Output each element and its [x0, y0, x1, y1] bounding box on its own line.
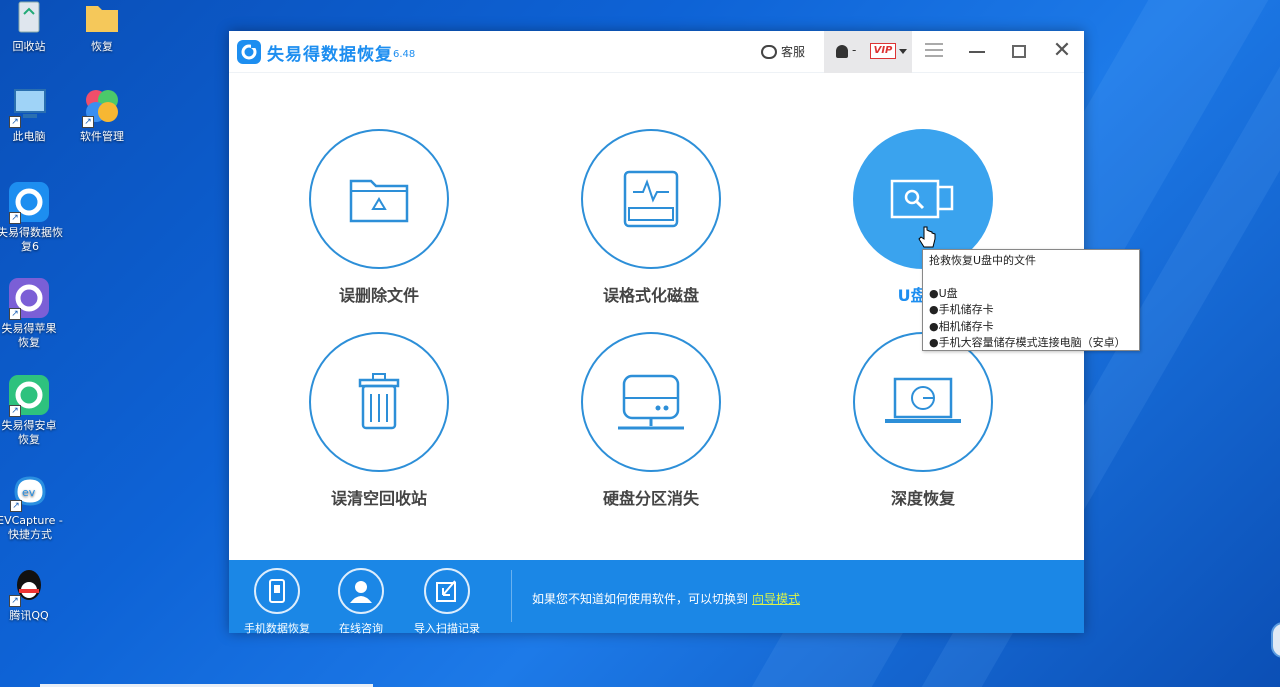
desktop-icon-label: 软件管理: [80, 130, 124, 143]
chat-bubble-icon: [761, 45, 777, 59]
feature-label: 误格式化磁盘: [602, 286, 699, 305]
app-version: 6.48: [393, 49, 416, 60]
desktop-icon-label: 腾讯QQ: [9, 609, 49, 622]
desktop-icon-label: 失易得安卓恢复: [1, 419, 57, 446]
desktop-icon-label: EVCapture - 快捷方式: [0, 514, 63, 541]
desktop-icon-this-pc[interactable]: ↗ 此电脑: [0, 84, 61, 144]
guide-mode-link[interactable]: 向导模式: [752, 592, 800, 606]
tooltip-item: ●手机大容量储存模式连接电脑（安卓）: [929, 336, 1126, 349]
usb-feature-tooltip: 抢救恢复U盘中的文件 ●U盘 ●手机储存卡 ●相机储存卡 ●手机大容量储存模式连…: [922, 249, 1140, 351]
titlebar: 失易得数据恢复 6.48 客服 - VIP ✕: [229, 31, 1084, 73]
laptop-scan-icon: [885, 377, 961, 423]
desktop-icon-label: 回收站: [12, 40, 46, 53]
feature-lost-partition[interactable]: 硬盘分区消失: [571, 332, 731, 509]
app-title: 失易得数据恢复: [267, 45, 393, 65]
tooltip-item: ●相机储存卡: [929, 319, 994, 333]
desktop-icon-label: 失易得苹果恢复: [1, 322, 57, 349]
data-recovery-app-icon: ↗: [7, 180, 51, 224]
minimize-button[interactable]: [964, 39, 990, 65]
android-recovery-app-icon: ↗: [7, 373, 51, 417]
tooltip-item: ●U盘: [929, 286, 958, 300]
floating-widget-icon[interactable]: [1271, 622, 1280, 658]
desktop-icon-evcapture[interactable]: ev ↗ EVCapture - 快捷方式: [0, 468, 65, 542]
menu-button[interactable]: [921, 39, 947, 65]
user-consult-icon: [338, 568, 384, 614]
customer-service-button[interactable]: 客服: [761, 43, 805, 60]
feature-emptied-recycle-bin[interactable]: 误清空回收站: [299, 332, 459, 509]
user-name: -: [852, 43, 857, 57]
feature-circle[interactable]: [309, 129, 449, 269]
guide-mode-tip: 如果您不知道如何使用软件，可以切换到 向导模式: [532, 590, 800, 607]
feature-formatted-disk[interactable]: 误格式化磁盘: [571, 129, 731, 306]
app-logo-icon: [237, 40, 261, 64]
import-icon: [424, 568, 470, 614]
computer-icon: ↗: [7, 84, 51, 128]
desktop-icon-recycle-bin[interactable]: 回收站: [0, 0, 61, 54]
evcapture-icon: ev ↗: [8, 468, 52, 512]
online-consult-label: 在线咨询: [339, 622, 383, 635]
apple-recovery-app-icon: ↗: [7, 276, 51, 320]
online-consult-button[interactable]: 在线咨询: [321, 568, 401, 636]
desktop-icon-label: 恢复: [91, 40, 113, 53]
usb-search-icon: [890, 179, 954, 219]
feature-deep-recovery[interactable]: 深度恢复: [843, 332, 1003, 509]
guide-mode-tip-text: 如果您不知道如何使用软件，可以切换到: [532, 592, 749, 606]
import-scan-record-button[interactable]: 导入扫描记录: [407, 568, 487, 636]
hard-drive-icon: [618, 374, 684, 430]
phone-recovery-button[interactable]: 手机数据恢复: [237, 568, 317, 636]
trash-bin-icon: [358, 373, 400, 430]
qq-icon: ↗: [7, 563, 51, 607]
software-manager-icon: ↗: [80, 84, 124, 128]
bottom-toolbar: 手机数据恢复 在线咨询 导入扫描记录 如果您不知道如何使用软件，可以切换到 向导模…: [229, 560, 1084, 636]
desktop-icon-qq[interactable]: ↗ 腾讯QQ: [0, 563, 61, 623]
disk-format-icon: [623, 170, 679, 228]
folder-recycle-icon: [349, 179, 409, 223]
tooltip-item: ●手机储存卡: [929, 303, 994, 316]
feature-label: 误清空回收站: [330, 489, 427, 508]
feature-deleted-files[interactable]: 误删除文件: [299, 129, 459, 306]
phone-recovery-label: 手机数据恢复: [244, 622, 310, 635]
close-button[interactable]: ✕: [1049, 39, 1075, 65]
feature-circle[interactable]: [853, 332, 993, 472]
user-icon: [836, 45, 848, 58]
divider: [511, 570, 512, 622]
customer-service-label: 客服: [781, 45, 806, 59]
recycle-bin-icon: [7, 0, 51, 38]
chevron-down-icon: [899, 49, 907, 54]
desktop-icon-software-manager[interactable]: ↗ 软件管理: [70, 84, 134, 144]
maximize-button[interactable]: [1006, 39, 1032, 65]
feature-circle[interactable]: [581, 129, 721, 269]
feature-label: 深度恢复: [890, 489, 955, 508]
vip-badge: VIP: [870, 43, 896, 59]
desktop-icon-data-recovery[interactable]: ↗ 失易得数据恢复6: [0, 180, 63, 254]
desktop-icon-label: 失易得数据恢复6: [0, 226, 63, 253]
svg-text:ev: ev: [22, 486, 36, 499]
user-account-button[interactable]: - VIP: [824, 31, 912, 73]
feature-label: 误删除文件: [338, 286, 419, 305]
feature-circle[interactable]: [581, 332, 721, 472]
desktop-icon-apple-recovery[interactable]: ↗ 失易得苹果恢复: [0, 276, 61, 350]
phone-icon: [254, 568, 300, 614]
feature-label: 硬盘分区消失: [602, 489, 699, 508]
import-scan-record-label: 导入扫描记录: [414, 622, 480, 635]
desktop-icon-android-recovery[interactable]: ↗ 失易得安卓恢复: [0, 373, 61, 447]
hand-cursor-icon: [918, 226, 936, 254]
feature-circle[interactable]: [309, 332, 449, 472]
desktop-icon-restore-folder[interactable]: 恢复: [70, 0, 134, 54]
folder-icon: [80, 0, 124, 38]
tooltip-title: 抢救恢复U盘中的文件: [929, 254, 1037, 267]
desktop-icon-label: 此电脑: [12, 130, 46, 143]
